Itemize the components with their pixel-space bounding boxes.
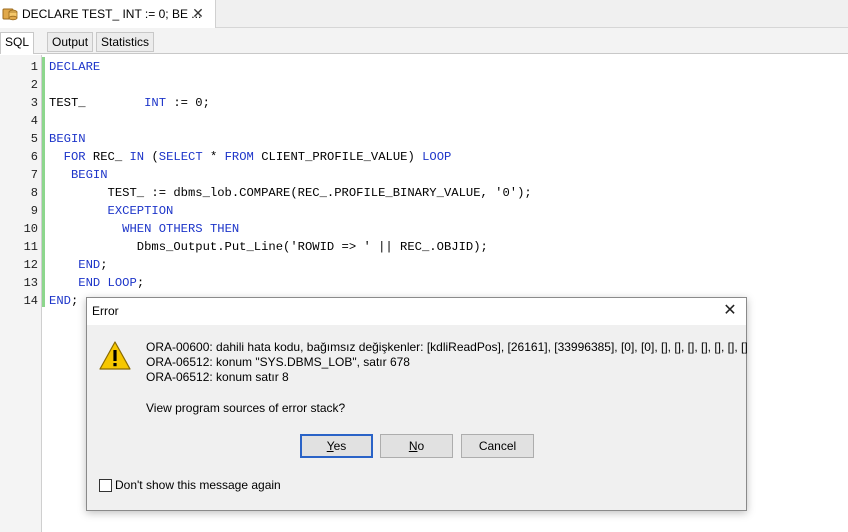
sql-keyword: BEGIN bbox=[70, 168, 108, 182]
code-lines[interactable]: DECLARE TEST_ INT := 0; BEGIN FOR REC_ I… bbox=[49, 58, 839, 310]
line-number: 6 bbox=[30, 150, 38, 164]
code-text: ; bbox=[136, 276, 145, 290]
sql-keyword: FROM bbox=[224, 150, 254, 164]
error-line: ORA-06512: konum satır 8 bbox=[146, 370, 289, 384]
code-line: EXCEPTION bbox=[49, 202, 839, 220]
sql-keyword: BEGIN bbox=[49, 132, 86, 146]
line-number: 1 bbox=[30, 60, 38, 74]
line-number: 5 bbox=[30, 132, 38, 146]
dont-show-again-checkbox[interactable] bbox=[99, 478, 112, 492]
line-number: 4 bbox=[30, 114, 38, 128]
dont-show-again-row[interactable]: Don't show this message again bbox=[99, 478, 281, 492]
code-text: := 0; bbox=[166, 96, 210, 110]
line-number: 7 bbox=[30, 168, 38, 182]
dialog-titlebar: Error ✕ bbox=[87, 298, 746, 325]
sql-window-icon bbox=[2, 6, 18, 22]
error-line: ORA-00600: dahili hata kodu, bağımsız de… bbox=[146, 340, 748, 354]
error-dialog: Error ✕ ORA-00600: dahili hata kodu, bağ… bbox=[86, 297, 748, 511]
code-text: TEST_ := dbms_lob.COMPARE(REC_.PROFILE_B… bbox=[49, 186, 532, 200]
sql-document-tab[interactable]: DECLARE TEST_ INT := 0; BE ... ✕ bbox=[0, 0, 216, 28]
line-number-gutter: 1 2 3 4 5 6 7 8 9 10 11 12 13 14 bbox=[0, 55, 42, 532]
sql-keyword: FOR bbox=[63, 150, 86, 164]
code-line: WHEN OTHERS THEN bbox=[49, 220, 839, 238]
cancel-button[interactable]: Cancel bbox=[461, 434, 534, 458]
line-number: 3 bbox=[30, 96, 38, 110]
code-text: ( bbox=[144, 150, 159, 164]
document-tab-strip: DECLARE TEST_ INT := 0; BE ... ✕ bbox=[0, 0, 848, 28]
yes-button[interactable]: Yes bbox=[300, 434, 373, 458]
document-tab-title: DECLARE TEST_ INT := 0; BE ... bbox=[22, 7, 202, 21]
sql-keyword: EXCEPTION bbox=[107, 204, 174, 218]
code-line: END; bbox=[49, 256, 839, 274]
sql-keyword: INT bbox=[144, 96, 167, 110]
tab-output[interactable]: Output bbox=[47, 32, 94, 52]
dialog-question: View program sources of error stack? bbox=[146, 401, 346, 415]
code-text: CLIENT_PROFILE_VALUE) bbox=[253, 150, 423, 164]
line-number: 13 bbox=[23, 276, 38, 290]
dialog-title: Error bbox=[92, 304, 119, 318]
sql-keyword: END bbox=[78, 276, 101, 290]
code-line: BEGIN bbox=[49, 130, 839, 148]
no-label-rest: o bbox=[417, 439, 425, 453]
code-text: ; bbox=[70, 294, 79, 308]
close-icon[interactable]: ✕ bbox=[191, 5, 205, 21]
tab-sql[interactable]: SQL bbox=[0, 32, 35, 54]
code-text: REC_ bbox=[85, 150, 130, 164]
sql-keyword: LOOP bbox=[107, 276, 137, 290]
line-number: 9 bbox=[30, 204, 38, 218]
line-number: 12 bbox=[23, 258, 38, 272]
close-icon[interactable]: ✕ bbox=[720, 301, 740, 321]
code-line: DECLARE bbox=[49, 58, 839, 76]
error-message: ORA-00600: dahili hata kodu, bağımsız de… bbox=[146, 340, 748, 385]
line-number: 2 bbox=[30, 78, 38, 92]
modified-lines-marker bbox=[42, 57, 45, 307]
tab-statistics[interactable]: Statistics bbox=[96, 32, 155, 52]
editor-subtabs: SQL Output Statistics bbox=[0, 28, 848, 54]
code-line: TEST_ := dbms_lob.COMPARE(REC_.PROFILE_B… bbox=[49, 184, 839, 202]
code-text: TEST_ bbox=[49, 96, 145, 110]
sql-keyword: OTHERS bbox=[158, 222, 203, 236]
code-text: ; bbox=[100, 258, 108, 272]
sql-keyword: SELECT bbox=[158, 150, 203, 164]
line-number: 10 bbox=[23, 222, 38, 236]
code-line: TEST_ INT := 0; bbox=[49, 94, 839, 112]
no-button[interactable]: No bbox=[380, 434, 453, 458]
sql-keyword: THEN bbox=[209, 222, 240, 236]
code-text: Dbms_Output.Put_Line('ROWID => ' || REC_… bbox=[49, 240, 488, 254]
code-text: * bbox=[202, 150, 225, 164]
error-line: ORA-06512: konum "SYS.DBMS_LOB", satır 6… bbox=[146, 355, 410, 369]
sql-keyword: LOOP bbox=[422, 150, 452, 164]
yes-label-rest: es bbox=[333, 439, 347, 453]
code-line: FOR REC_ IN (SELECT * FROM CLIENT_PROFIL… bbox=[49, 148, 839, 166]
line-number: 8 bbox=[30, 186, 38, 200]
line-number: 14 bbox=[23, 294, 38, 308]
warning-icon bbox=[99, 341, 131, 371]
yes-mnemonic: Y bbox=[326, 439, 334, 453]
sql-keyword: DECLARE bbox=[49, 60, 101, 74]
sql-keyword: WHEN bbox=[122, 222, 152, 236]
sql-keyword: IN bbox=[129, 150, 145, 164]
code-line: Dbms_Output.Put_Line('ROWID => ' || REC_… bbox=[49, 238, 839, 256]
line-number: 11 bbox=[23, 240, 38, 254]
dont-show-again-label: Don't show this message again bbox=[115, 478, 281, 492]
sql-keyword: END bbox=[49, 294, 71, 308]
code-line: BEGIN bbox=[49, 166, 839, 184]
code-line: END LOOP; bbox=[49, 274, 839, 292]
sql-keyword: END bbox=[78, 258, 101, 272]
